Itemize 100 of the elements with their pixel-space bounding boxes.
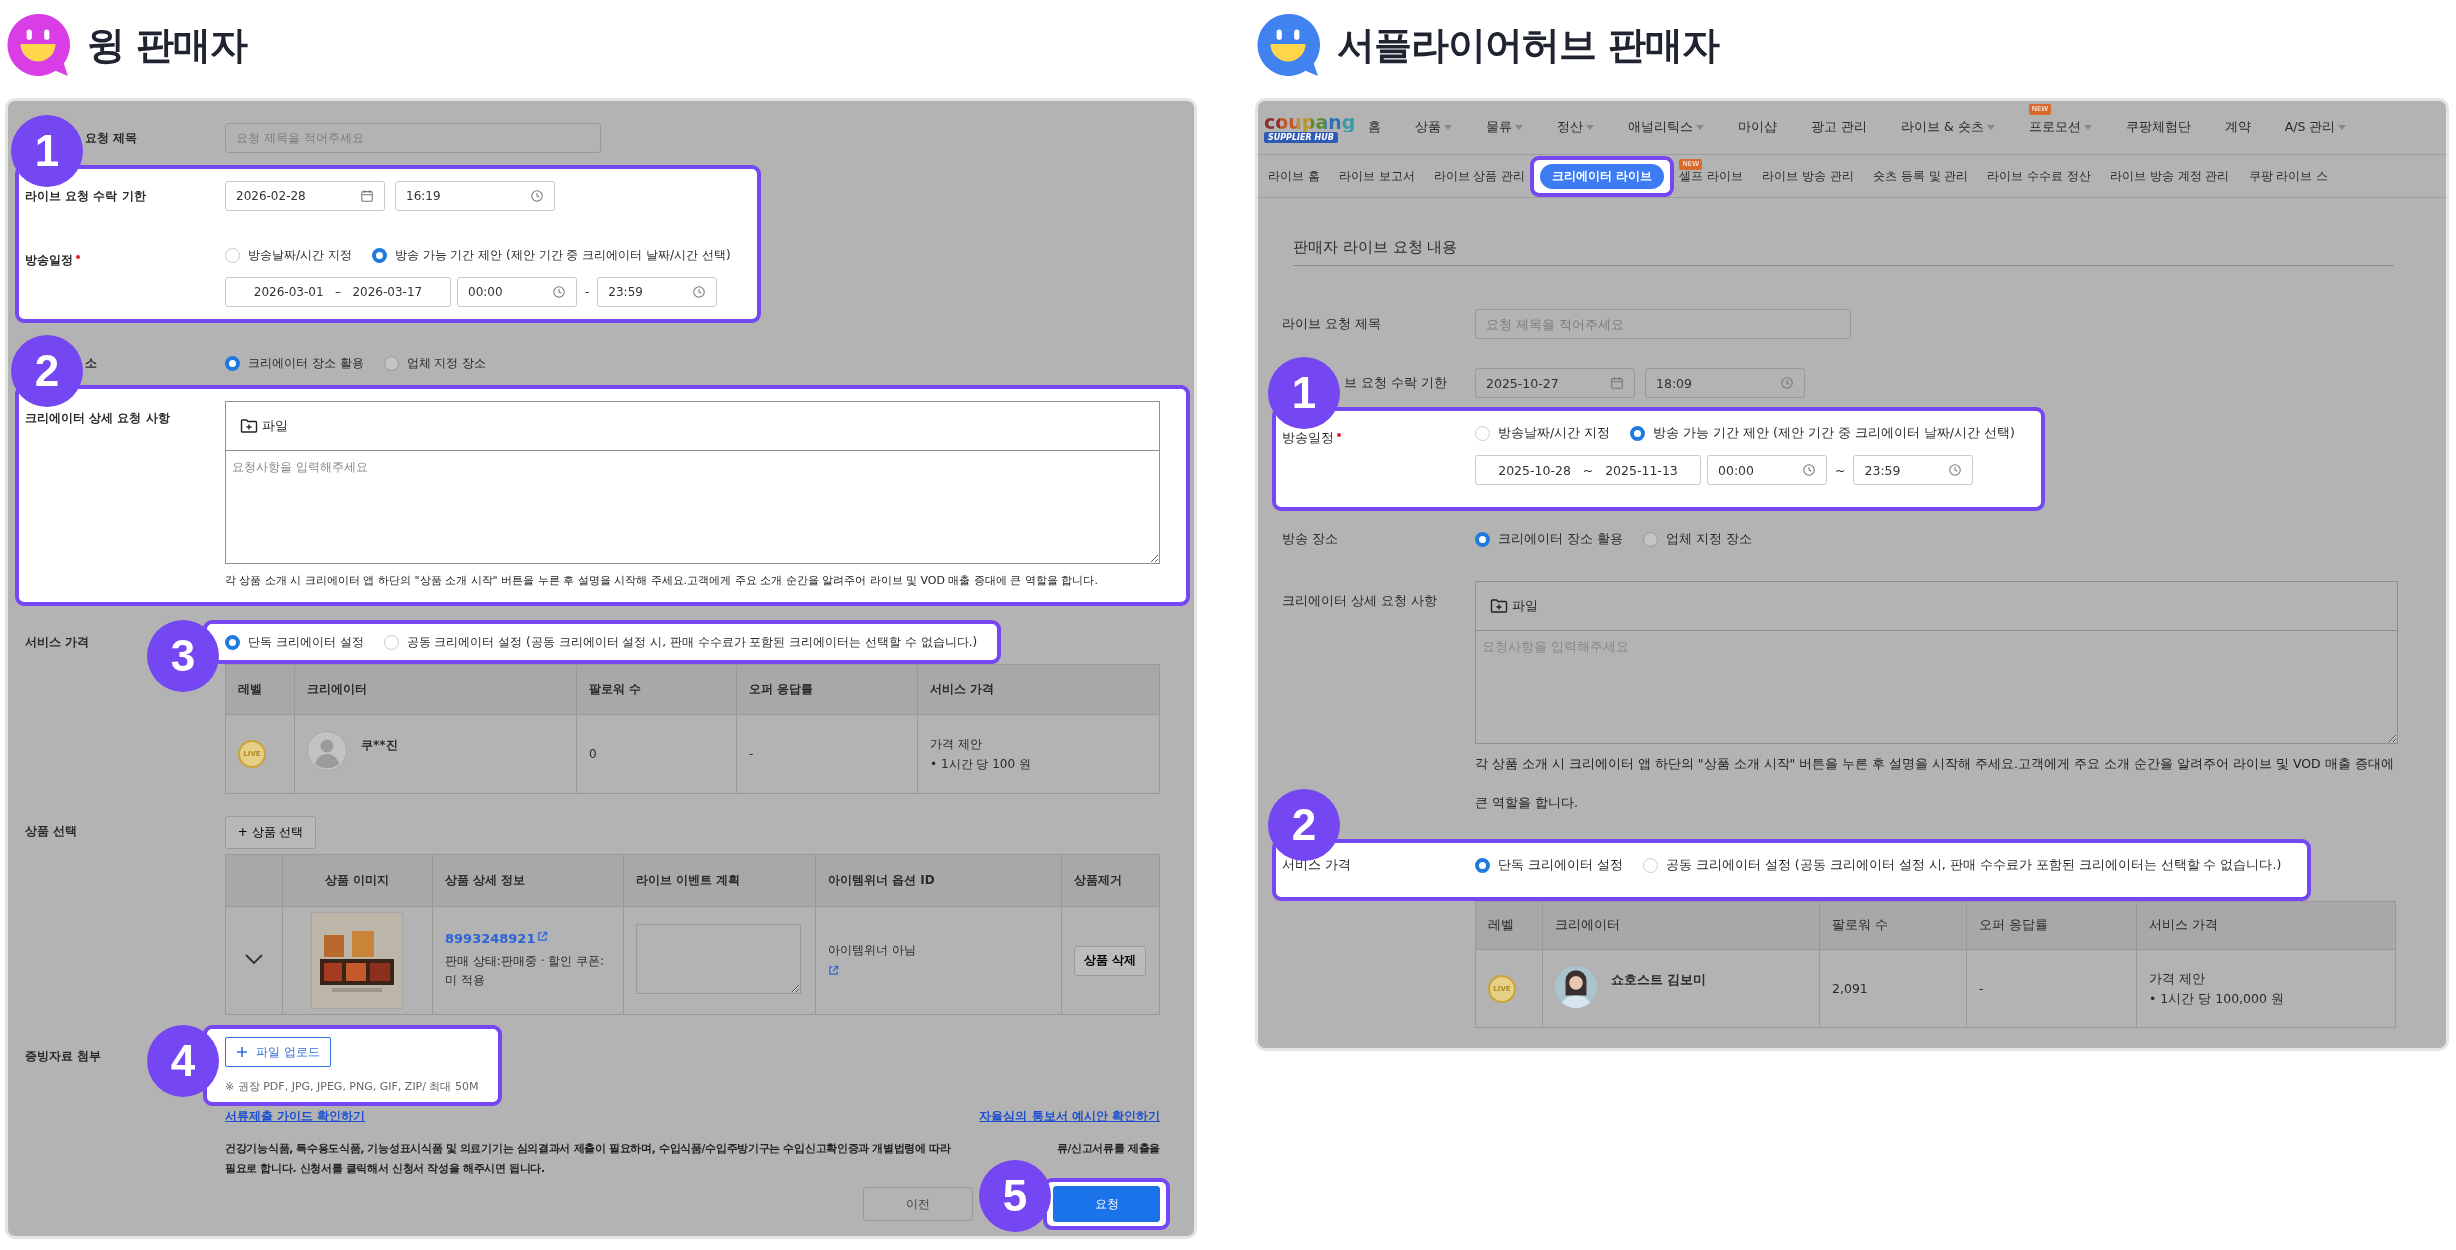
- radio-button[interactable]: [1475, 857, 1490, 873]
- nav-menu-item[interactable]: 애널리틱스: [1628, 119, 1704, 136]
- folder-plus-icon: [1490, 598, 1508, 614]
- radio-button[interactable]: [1642, 857, 1658, 873]
- nav-tab[interactable]: 숏츠 등록 및 관리: [1872, 167, 1969, 185]
- field-label: 증빙자료 첨부: [25, 1047, 102, 1065]
- nav-menu-item[interactable]: 계약: [2224, 119, 2251, 136]
- nav-tab[interactable]: 셀프 라이브: [1679, 167, 1744, 185]
- radio-label: 방송날짜/시간 지정: [1498, 424, 1611, 442]
- select-product-button[interactable]: + 상품 선택: [225, 816, 316, 849]
- radio-button[interactable]: [225, 634, 240, 650]
- creator-name: 쿠**진: [361, 737, 398, 754]
- remove-button[interactable]: 상품 삭제: [1073, 945, 1147, 976]
- table-cell: 2,091: [1819, 949, 1967, 1028]
- time-field[interactable]: 23:59: [597, 277, 718, 307]
- nav-tab[interactable]: 쿠팡 라이브 스: [2248, 167, 2329, 185]
- time-field[interactable]: 18:09: [1645, 368, 1805, 398]
- upload-button[interactable]: 파일 업로드: [225, 1037, 331, 1067]
- nav-menu-item[interactable]: A/S 관리: [2284, 119, 2347, 136]
- nav-menu-item[interactable]: 물류: [1486, 119, 1523, 136]
- table-header: 팔로워 수: [576, 664, 737, 715]
- radio-button[interactable]: [383, 634, 399, 650]
- file-button[interactable]: 파일: [1490, 597, 1538, 615]
- nav-menu-item[interactable]: 프로모션: [2028, 119, 2092, 136]
- nav-tab[interactable]: 라이브 수수료 정산: [1987, 167, 2092, 185]
- date-field[interactable]: 2026-02-28: [225, 181, 385, 211]
- field-label: 브 요청 수락 기한: [1344, 374, 1447, 392]
- nav-menu-item[interactable]: 광고 관리: [1811, 119, 1867, 136]
- radio-button[interactable]: [371, 247, 387, 263]
- radio-label: 단독 크리에이터 설정: [248, 633, 364, 651]
- date-range-field[interactable]: 2025-10-28 ~ 2025-11-13: [1475, 455, 1701, 485]
- submit-button[interactable]: 요청: [1053, 1186, 1160, 1222]
- body-text: 건강기능식품, 특수용도식품, 기능성표시식품 및 의료기기는 심의결과서 제출이 필요하며, 수입식품/수입주방기구는 수입신고확인증과 개별법령에 따라: [225, 1141, 951, 1156]
- body-text: 필요로 합니다. 신청서를 클릭해서 신청서 작성을 해주시면 됩니다.: [225, 1161, 545, 1176]
- field-label: 크리에이터 상세 요청 사항: [1282, 592, 1437, 610]
- radio-button[interactable]: [1475, 425, 1490, 441]
- calendar-icon: [1610, 376, 1624, 390]
- text-area[interactable]: 요청사항을 입력해주세요: [226, 451, 1159, 563]
- clock-icon: [530, 189, 544, 203]
- text-editor[interactable]: 파일 요청사항을 입력해주세요: [225, 401, 1160, 564]
- time-field[interactable]: 00:00: [457, 277, 577, 307]
- back-button[interactable]: 이전: [863, 1187, 973, 1221]
- nav-tab[interactable]: 라이브 상품 관리: [1433, 167, 1526, 185]
- radio-label: 방송 가능 기간 제안 (제안 기간 중 크리에이터 날짜/시간 선택): [394, 246, 731, 264]
- radio-label: 크리에이터 장소 활용: [248, 354, 364, 372]
- calendar-icon: [360, 189, 374, 203]
- radio-label: 공동 크리에이터 설정 (공동 크리에이터 설정 시, 판매 수수료가 포함된 크리에이터는 선택할 수 없습니다.): [406, 633, 978, 651]
- status-text: 판매 상태:판매중 · 할인 쿠폰: 미 적용: [445, 953, 606, 989]
- table-cell: 0: [576, 714, 737, 794]
- logo-tag: SUPPLIER HUB: [1264, 132, 1338, 143]
- clock-icon: [552, 285, 566, 299]
- nav-tab[interactable]: 라이브 보고서: [1338, 167, 1415, 185]
- caret-icon: [2083, 125, 2092, 130]
- file-button[interactable]: 파일: [240, 417, 288, 435]
- table-header: 아이템위너 옵션 ID: [815, 854, 1062, 907]
- time-field[interactable]: 00:00: [1707, 455, 1827, 485]
- table-header: 서비스 가격: [2136, 901, 2396, 950]
- nav-tab[interactable]: 크리에이터 라이브: [1540, 163, 1665, 189]
- clock-icon: [1780, 376, 1794, 390]
- table-header: 서비스 가격: [917, 664, 1160, 715]
- callout-number: 5: [979, 1160, 1051, 1232]
- field-label: 방송 장소: [1282, 530, 1338, 548]
- avatar-icon: [307, 731, 347, 771]
- radio-button[interactable]: [1475, 531, 1490, 547]
- nav-menu-item[interactable]: 쿠팡체험단: [2125, 119, 2191, 136]
- date-range-field[interactable]: 2026-03-01 – 2026-03-17: [225, 277, 451, 307]
- callout-number: 1: [11, 115, 83, 187]
- nav-menu-item[interactable]: 상품: [1415, 119, 1452, 136]
- radio-button[interactable]: [1630, 425, 1646, 441]
- price-label: 가격 제안: [930, 736, 983, 753]
- callout-number: 3: [147, 620, 219, 692]
- nav-tab[interactable]: 라이브 방송 관리: [1762, 167, 1854, 185]
- nav-tab[interactable]: 라이브 방송 계정 관리: [2110, 167, 2230, 185]
- table-header: 팔로워 수: [1819, 901, 1967, 950]
- hint-text: 각 상품 소개 시 크리에이터 앱 하단의 "상품 소개 시작" 버튼을 누른 후 설명을 시작해 주세요.고객에게 주요 소개 순간을 알려주어 라이브 및 VOD 매출 증대에 큰 역할을 합니다.: [225, 573, 1099, 589]
- date-field[interactable]: 2025-10-27: [1475, 368, 1635, 398]
- radio-button[interactable]: [225, 355, 240, 371]
- radio-button[interactable]: [225, 247, 240, 263]
- time-field[interactable]: 16:19: [395, 181, 555, 211]
- external-link-icon: [537, 931, 549, 942]
- nav-tab[interactable]: 라이브 홈: [1268, 167, 1320, 185]
- radio-button[interactable]: [383, 355, 399, 371]
- time-field[interactable]: 23:59: [1853, 455, 1974, 485]
- table-header: 레벨: [225, 664, 295, 715]
- creator-name: 쇼호스트 김보미: [1611, 971, 1707, 989]
- chevron-down-icon[interactable]: [243, 953, 264, 965]
- callout-number: 2: [11, 335, 83, 407]
- clock-icon: [692, 285, 707, 299]
- caret-icon: [1586, 125, 1594, 130]
- nav-menu-item[interactable]: 마이샵: [1738, 119, 1777, 136]
- folder-plus-icon: [240, 418, 258, 434]
- radio-label: 크리에이터 장소 활용: [1498, 530, 1623, 548]
- nav-menu-item[interactable]: 라이브 & 숏츠: [1901, 119, 1995, 136]
- text-area[interactable]: [636, 924, 801, 994]
- body-text: 류/신고서류를 제출을: [1056, 1141, 1160, 1156]
- nav-menu-item[interactable]: 정산: [1557, 119, 1594, 136]
- radio-button[interactable]: [1642, 531, 1658, 547]
- external-link-icon[interactable]: [828, 965, 839, 976]
- nav-menu-item[interactable]: 홈: [1368, 119, 1381, 136]
- field-label: 서비스 가격: [25, 633, 90, 651]
